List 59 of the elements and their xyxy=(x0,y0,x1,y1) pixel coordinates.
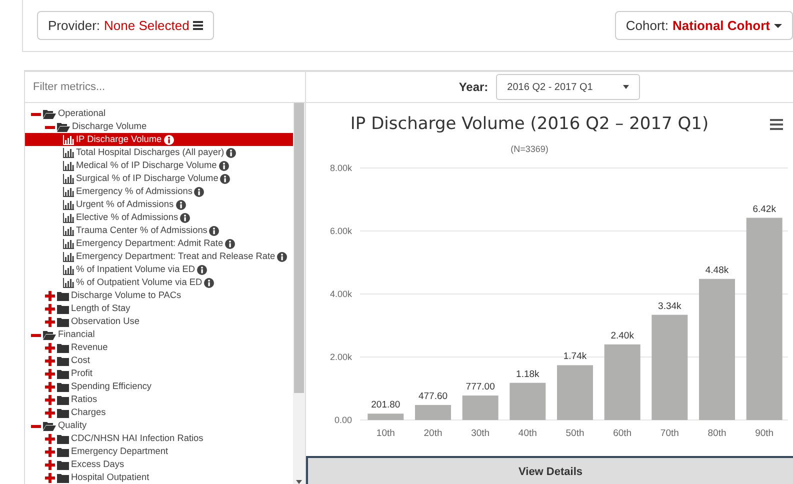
tree-folder[interactable]: Discharge Volume xyxy=(72,120,147,133)
tree-folder[interactable]: Profit xyxy=(71,367,92,380)
tree-item[interactable]: Urgent % of Admissions xyxy=(25,198,293,211)
tree-folder[interactable]: Charges xyxy=(71,406,106,419)
x-axis-label: 70th xyxy=(660,428,679,439)
tree-folder[interactable]: Emergency Department xyxy=(71,445,168,458)
x-axis-label: 10th xyxy=(376,428,395,439)
tree-item[interactable]: Medical % of IP Discharge Volume xyxy=(25,159,293,172)
x-axis-label: 20th xyxy=(424,428,442,439)
tree-item[interactable]: Emergency % of Admissions xyxy=(25,185,293,198)
tree-item[interactable]: Elective % of Admissions xyxy=(25,211,293,224)
y-axis-label: 6.00k xyxy=(330,226,352,236)
tree-folder[interactable]: Excess Days xyxy=(71,458,124,471)
tree-folder[interactable]: Cost xyxy=(71,354,90,367)
tree-folder[interactable]: Financial xyxy=(58,328,95,341)
tree-folder[interactable]: Quality xyxy=(58,419,87,432)
tree-item[interactable]: Total Hospital Discharges (All payer) xyxy=(25,146,293,159)
tree-folder[interactable]: Ratios xyxy=(71,393,98,406)
value-label: 477.60 xyxy=(418,390,448,402)
value-label: 3.34k xyxy=(658,300,682,312)
tree-item[interactable]: % of Outpatient Volume via ED xyxy=(25,276,293,289)
tree-folder[interactable]: Operational xyxy=(58,107,106,120)
value-label: 6.42k xyxy=(752,204,776,215)
x-axis-label: 30th xyxy=(471,428,490,439)
view-details-button[interactable]: View Details xyxy=(306,456,793,484)
year-label: Year: xyxy=(458,80,488,94)
tree-item[interactable]: Trauma Center % of Admissions xyxy=(25,224,293,237)
value-label: 1.18k xyxy=(516,368,540,380)
tree-folder[interactable]: Observation Use xyxy=(71,315,140,328)
year-select[interactable]: 2016 Q2 - 2017 Q1 xyxy=(496,74,640,100)
y-axis-label: 8.00k xyxy=(330,163,352,173)
tree-folder[interactable]: CDC/NHSN HAI Infection Ratios xyxy=(71,432,204,445)
tree-folder[interactable]: Spending Efficiency xyxy=(71,380,152,393)
chart-subtitle: (N=3369) xyxy=(510,144,548,154)
value-label: 4.48k xyxy=(705,264,729,276)
value-label: 2.40k xyxy=(610,330,634,342)
tree-folder[interactable]: Hospital Outpatient xyxy=(71,471,150,484)
tree-folder[interactable]: Discharge Volume to PACs xyxy=(71,289,182,302)
x-axis-label: 90th xyxy=(755,428,774,439)
y-axis-label: 2.00k xyxy=(330,352,352,362)
provider-button[interactable]: Provider: None Selected xyxy=(37,11,214,40)
tree-folder[interactable]: Length of Stay xyxy=(71,302,130,315)
chart-title: IP Discharge Volume (2016 Q2 – 2017 Q1) xyxy=(350,114,709,134)
x-axis-label: 80th xyxy=(708,428,726,439)
tree-item[interactable]: Emergency Department: Treat and Release Rate xyxy=(25,250,293,263)
tree-item[interactable]: % of Inpatient Volume via ED xyxy=(25,263,293,276)
tree-item[interactable]: Surgical % of IP Discharge Volume xyxy=(25,172,293,185)
y-axis-label: 4.00k xyxy=(330,289,352,299)
x-axis-label: 40th xyxy=(518,428,537,439)
tree-item[interactable]: IP Discharge Volume xyxy=(25,133,293,146)
x-axis-label: 50th xyxy=(566,428,584,439)
value-label: 777.00 xyxy=(466,382,495,393)
y-axis-label: 0.00 xyxy=(334,415,352,425)
value-label: 201.80 xyxy=(371,400,400,411)
value-label: 1.74k xyxy=(563,351,587,362)
cohort-dropdown[interactable]: Cohort: National Cohort xyxy=(614,11,793,40)
tree-folder[interactable]: Revenue xyxy=(71,341,108,354)
tree-item[interactable]: Emergency Department: Admit Rate xyxy=(25,237,293,250)
x-axis-label: 60th xyxy=(613,428,632,439)
